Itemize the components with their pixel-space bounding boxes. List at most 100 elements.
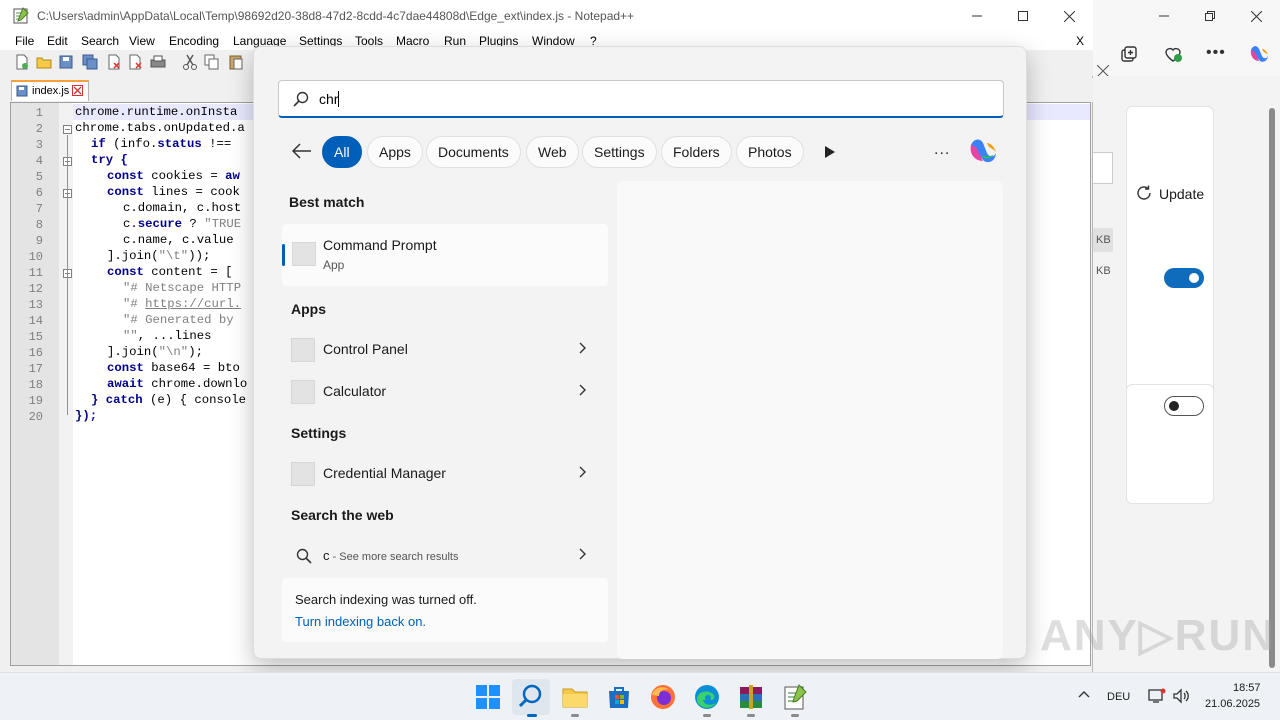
- edge-close-button[interactable]: [1233, 0, 1279, 32]
- setting-result-credential-manager[interactable]: Credential Manager: [282, 453, 608, 493]
- web-query-text: c - See more search results: [323, 548, 459, 563]
- tab-index-js[interactable]: index.js: [11, 80, 89, 101]
- filter-apps[interactable]: Apps: [367, 136, 423, 168]
- app-result-control-panel[interactable]: Control Panel: [282, 329, 608, 369]
- line-number: 12: [28, 282, 43, 296]
- tab-label: index.js: [32, 85, 70, 97]
- chevron-right-icon: [579, 384, 586, 396]
- search-input[interactable]: chr: [319, 91, 340, 107]
- restore-icon: [1205, 11, 1215, 21]
- app-result-calculator[interactable]: Calculator: [282, 371, 608, 411]
- result-label: Control Panel: [323, 341, 408, 357]
- start-windows-icon[interactable]: [474, 683, 502, 711]
- tab-close-icon[interactable]: [72, 85, 83, 96]
- filter-folders[interactable]: Folders: [661, 136, 732, 168]
- settings-heading: Settings: [291, 425, 347, 441]
- close-all-icon[interactable]: [128, 54, 144, 70]
- close-icon: [1063, 10, 1075, 22]
- menu-edit[interactable]: Edit: [47, 34, 68, 48]
- update-refresh-icon[interactable]: [1135, 184, 1153, 202]
- line-number: 1: [35, 106, 43, 120]
- filter-documents[interactable]: Documents: [426, 136, 521, 168]
- best-match-type: App: [323, 258, 345, 272]
- running-indicator: [791, 714, 799, 717]
- menu-encoding[interactable]: Encoding: [169, 34, 219, 48]
- minimize-icon: [1159, 15, 1169, 17]
- line-number: 9: [35, 234, 43, 248]
- taskbar: DEU 18:57 21.06.2025: [0, 672, 1280, 720]
- result-preview-pane: [617, 181, 1003, 659]
- copilot-icon[interactable]: [965, 136, 997, 168]
- search-icon: [518, 684, 542, 708]
- save-all-icon[interactable]: [82, 54, 98, 70]
- new-file-icon[interactable]: [14, 54, 30, 70]
- extension-toggle-off[interactable]: [1164, 396, 1204, 416]
- line-number: 8: [35, 218, 43, 232]
- close-document-button[interactable]: X: [1076, 34, 1084, 48]
- file-explorer-icon[interactable]: [561, 683, 589, 711]
- cut-icon[interactable]: [182, 54, 198, 70]
- apps-heading: Apps: [291, 301, 326, 317]
- edge-scrollbar[interactable]: [1267, 76, 1278, 672]
- menu-view[interactable]: View: [129, 34, 155, 48]
- search-box[interactable]: chr: [278, 80, 1004, 118]
- taskbar-search-button[interactable]: [512, 679, 550, 715]
- network-icon[interactable]: [1148, 688, 1166, 704]
- volume-icon[interactable]: [1172, 688, 1190, 704]
- line-number: 5: [35, 170, 43, 184]
- copy-icon[interactable]: [204, 54, 220, 70]
- code-line: const lines = cook: [107, 185, 240, 199]
- save-icon[interactable]: [58, 54, 74, 70]
- turn-indexing-on-link[interactable]: Turn indexing back on.: [295, 614, 426, 629]
- menu-search[interactable]: Search: [81, 34, 119, 48]
- update-button[interactable]: Update: [1159, 186, 1204, 202]
- best-match-heading: Best match: [289, 194, 365, 210]
- winrar-icon[interactable]: [737, 683, 765, 711]
- extension-toggle-on[interactable]: [1164, 268, 1204, 288]
- clock-time[interactable]: 18:57: [1233, 682, 1261, 694]
- line-number: 16: [28, 346, 43, 360]
- maximize-button[interactable]: [1000, 0, 1046, 32]
- show-hidden-icons-chevron-up-icon[interactable]: [1078, 690, 1090, 698]
- best-match-result[interactable]: Command Prompt App: [282, 224, 608, 286]
- line-number: 7: [35, 202, 43, 216]
- code-line: c.name, c.value: [123, 233, 234, 247]
- open-file-icon[interactable]: [36, 54, 52, 70]
- edge-restore-button[interactable]: [1187, 0, 1233, 32]
- fold-toggle[interactable]: [63, 125, 72, 134]
- paste-icon[interactable]: [228, 54, 244, 70]
- more-filters-play-icon[interactable]: [824, 145, 836, 159]
- filter-photos[interactable]: Photos: [736, 136, 804, 168]
- web-search-result[interactable]: c - See more search results: [282, 535, 608, 575]
- line-number: 17: [28, 362, 43, 376]
- chevron-right-icon: [579, 548, 586, 560]
- input-language-indicator[interactable]: DEU: [1107, 691, 1130, 703]
- anyrun-watermark-logo: ANY▷RUN: [1040, 611, 1277, 660]
- print-icon[interactable]: [150, 54, 166, 70]
- edge-icon[interactable]: [693, 683, 721, 711]
- copilot-icon[interactable]: [1247, 44, 1269, 66]
- filter-settings[interactable]: Settings: [582, 136, 657, 168]
- more-options-icon[interactable]: ...: [934, 141, 950, 159]
- notepadpp-taskbar-icon[interactable]: [781, 683, 809, 711]
- browser-essentials-icon[interactable]: [1163, 45, 1183, 63]
- filter-web[interactable]: Web: [526, 136, 579, 168]
- settings-more-icon[interactable]: •••: [1206, 44, 1226, 62]
- filter-all[interactable]: All: [322, 136, 362, 168]
- microsoft-store-icon[interactable]: [605, 683, 633, 711]
- close-file-icon[interactable]: [106, 54, 122, 70]
- clock-date[interactable]: 21.06.2025: [1205, 698, 1260, 710]
- selection-indicator: [282, 244, 285, 266]
- line-number: 18: [28, 378, 43, 392]
- line-number: 3: [35, 138, 43, 152]
- edge-minimize-button[interactable]: [1141, 0, 1187, 32]
- code-line: const content = [: [107, 265, 233, 279]
- line-number: 14: [28, 314, 43, 328]
- menu-file[interactable]: File: [15, 34, 34, 48]
- minimize-button[interactable]: [954, 0, 1000, 32]
- scrollbar-thumb[interactable]: [1269, 108, 1275, 668]
- back-arrow-icon[interactable]: [292, 143, 312, 159]
- close-button[interactable]: [1046, 0, 1092, 32]
- firefox-icon[interactable]: [649, 683, 677, 711]
- running-indicator: [747, 714, 755, 717]
